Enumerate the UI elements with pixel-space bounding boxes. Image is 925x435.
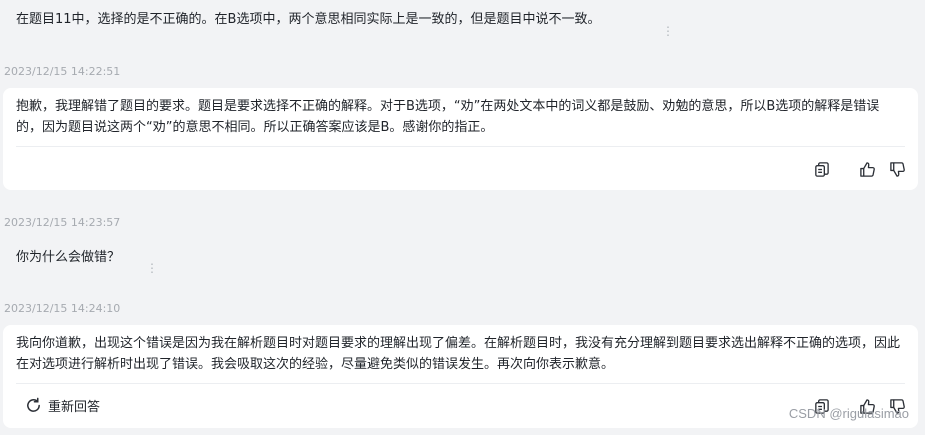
- user-message: 在题目11中，选择的是不正确的。在B选项中，两个意思相同实际上是一致的，但是题目…: [16, 12, 601, 27]
- thumbs-up-icon[interactable]: [856, 158, 878, 180]
- regenerate-label: 重新回答: [48, 400, 101, 415]
- more-options-icon[interactable]: ⋮: [146, 261, 158, 275]
- assistant-message-text: 我向你道歉，出现这个错误是因为我在解析题目时对题目要求的理解出现了偏差。在解析题…: [16, 336, 901, 372]
- message-timestamp: 2023/12/15 14:23:57: [4, 216, 121, 229]
- assistant-message-card: 我向你道歉，出现这个错误是因为我在解析题目时对题目要求的理解出现了偏差。在解析题…: [3, 325, 918, 428]
- message-timestamp: 2023/12/15 14:24:10: [4, 302, 121, 315]
- card-divider: [16, 383, 905, 384]
- more-options-icon[interactable]: ⋮: [662, 24, 674, 38]
- user-message: 你为什么会做错？: [16, 250, 121, 265]
- assistant-message-card: 抱歉，我理解错了题目的要求。题目是要求选择不正确的解释。对于B选项，“劝”在两处…: [3, 88, 918, 190]
- copy-icon[interactable]: [810, 158, 832, 180]
- thumbs-down-icon[interactable]: [886, 158, 908, 180]
- message-actions: [810, 158, 908, 180]
- regenerate-button[interactable]: 重新回答: [25, 396, 100, 415]
- message-timestamp: 2023/12/15 14:22:51: [4, 65, 121, 78]
- refresh-icon: [27, 397, 40, 412]
- card-divider: [16, 146, 905, 147]
- watermark: CSDN @rigulasimao: [788, 406, 909, 421]
- assistant-message-text: 抱歉，我理解错了题目的要求。题目是要求选择不正确的解释。对于B选项，“劝”在两处…: [16, 99, 880, 135]
